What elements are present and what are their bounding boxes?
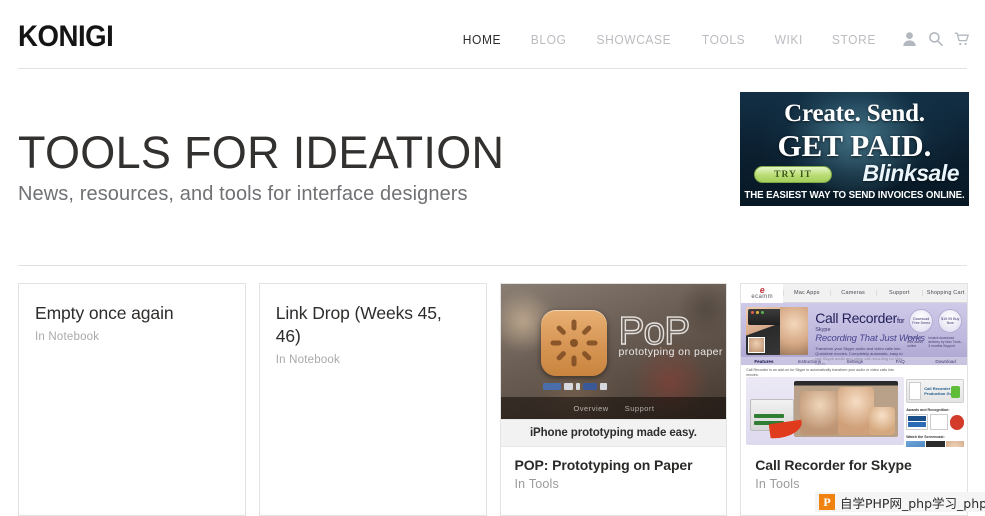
card-thumbnail-call-recorder: e ecamm Mac Apps Cameras Support Shoppin…	[741, 284, 968, 447]
cr-award-mac-choice	[949, 414, 965, 430]
ad-cta-label: TRY IT	[774, 169, 812, 180]
nav-item-showcase[interactable]: SHOWCASE	[596, 33, 671, 47]
card-title: POP: Prototyping on Paper	[514, 457, 693, 473]
cr-hero-buttons: Download Free Demo $19.95 Buy Now	[909, 309, 963, 333]
card-meta: In Tools	[755, 476, 800, 491]
card-caption: iPhone prototyping made easy.	[500, 419, 727, 447]
search-icon[interactable]	[928, 31, 943, 47]
cr-screencast-thumb-3	[945, 441, 965, 447]
cr-note-price: $19.95 or less works online	[907, 336, 924, 348]
cr-screencast-row	[906, 441, 965, 447]
page-subtitle: News, resources, and tools for interface…	[18, 183, 468, 205]
cr-hero-person-inset	[748, 337, 766, 353]
site-header: KONIGI HOME BLOG SHOWCASE TOOLS WIKI STO…	[0, 0, 985, 68]
cr-screencast-thumb-2	[925, 441, 945, 447]
pop-social-badges	[542, 383, 607, 390]
header-divider	[18, 68, 967, 69]
card-pop-prototyping-on-paper[interactable]: PoP prototyping on paper Overview Suppor…	[499, 283, 728, 516]
card-meta: In Notebook	[35, 331, 100, 344]
ecamm-logo: e ecamm	[741, 284, 784, 303]
card-grid: Empty once again In Notebook Link Drop (…	[18, 283, 968, 516]
cr-hero: Call Recorderfor Skype Recording That Ju…	[741, 303, 968, 366]
ecamm-logo-mark: e	[759, 284, 765, 295]
ecamm-logo-text: ecamm	[751, 293, 774, 300]
site-logo[interactable]: KONIGI	[18, 22, 114, 52]
cr-video-person-3	[869, 407, 896, 435]
card-body: POP: Prototyping on Paper In Tools	[501, 447, 727, 491]
user-icon[interactable]	[902, 31, 917, 47]
cr-nav-shopping-cart: Shopping Cart	[922, 290, 967, 296]
cr-subnav-settings: Settings	[846, 358, 864, 364]
card-meta: In Tools	[514, 476, 559, 491]
card-empty-once-again[interactable]: Empty once again In Notebook	[18, 283, 246, 516]
cr-button-notes: $19.95 or less works online Instant down…	[907, 336, 962, 348]
nav-item-home[interactable]: HOME	[463, 33, 501, 47]
cr-product-screenshot	[746, 377, 905, 445]
cr-award-about	[929, 414, 948, 430]
card-title: Link Drop (Weeks 45, 46)	[275, 303, 442, 347]
card-meta: In Notebook	[275, 354, 340, 367]
main-navigation: HOME BLOG SHOWCASE TOOLS WIKI STORE	[462, 33, 877, 47]
pop-footer-nav: Overview Support	[500, 397, 727, 419]
cr-note-support: Instant download delivery by Mac Tools, …	[928, 336, 962, 348]
ad-headline-secondary: GET PAID.	[777, 128, 932, 163]
cr-screencast-thumb-1	[906, 441, 925, 447]
cr-hero-title: Call Recorderfor	[815, 310, 904, 326]
card-title: Call Recorder for Skype	[755, 457, 912, 473]
cr-site-nav: e ecamm Mac Apps Cameras Support Shoppin…	[741, 284, 968, 303]
cr-nav-mac-apps: Mac Apps	[783, 290, 829, 296]
watermark-text: 自学PHP网_php学习_php教	[840, 495, 985, 511]
cr-hero-person	[780, 307, 809, 355]
cr-guide-thumb	[909, 382, 922, 400]
cr-awards-row	[906, 414, 965, 430]
cr-subnav-features: Features	[754, 358, 774, 364]
cr-nav-support: Support	[875, 290, 922, 296]
ad-tagline: THE EASIEST WAY TO SEND INVOICES ONLINE.	[744, 190, 965, 201]
cr-hero-screenshot	[746, 307, 809, 355]
ad-banner-blinksale[interactable]: Create. Send. GET PAID. TRY IT Blinksale…	[740, 92, 969, 206]
card-link-drop[interactable]: Link Drop (Weeks 45, 46) In Notebook	[258, 283, 487, 516]
page-title: TOOLS FOR IDEATION	[18, 127, 505, 179]
cr-award-macworld	[906, 414, 928, 430]
cr-subnav-download: Download	[935, 358, 956, 364]
cr-sub-nav: Features Instructions Settings FAQ Downl…	[741, 357, 968, 365]
ad-try-it-button[interactable]: TRY IT	[754, 166, 832, 183]
pop-app-icon	[540, 310, 607, 376]
card-body: Call Recorder for Skype In Tools	[741, 447, 967, 491]
nav-item-tools[interactable]: TOOLS	[701, 33, 744, 47]
card-title: Empty once again	[35, 303, 174, 323]
cr-watch-heading: Watch the Screencast:	[906, 435, 945, 439]
cr-subnav-instructions: Instructions	[797, 358, 822, 364]
cr-hero-title-text: Call Recorder	[815, 310, 897, 326]
ad-headline-primary: Create. Send.	[784, 100, 925, 127]
cr-download-demo-button: Download Free Demo	[909, 309, 934, 333]
nav-item-blog[interactable]: BLOG	[530, 33, 566, 47]
pop-tagline: prototyping on paper	[618, 346, 723, 358]
cr-nav-cameras: Cameras	[829, 290, 876, 296]
card-thumbnail-pop: PoP prototyping on paper Overview Suppor…	[500, 284, 727, 419]
ad-brand-logo: Blinksale	[862, 160, 960, 186]
cr-hero-title-suffix: for	[896, 318, 905, 325]
cr-buy-now-button: $19.95 Buy Now	[938, 309, 963, 333]
cr-lower-description: Call Recorder is an add-on for Skype to …	[746, 368, 894, 377]
header-icon-group	[902, 31, 970, 47]
pop-footer-link-overview: Overview	[573, 403, 609, 413]
watermark-logo-icon: P	[819, 494, 835, 510]
nav-item-wiki[interactable]: WIKI	[774, 33, 802, 47]
card-body: Empty once again In Notebook	[19, 284, 245, 343]
cr-guide-arrow-icon	[951, 386, 961, 398]
nav-item-store[interactable]: STORE	[832, 33, 876, 47]
cr-production-guide-promo: Call Recorder Production Guide	[906, 379, 965, 403]
content-divider	[18, 265, 967, 266]
cr-sidebar: Call Recorder Production Guide Awards an…	[906, 379, 965, 447]
cr-subnav-faq: FAQ	[895, 358, 905, 364]
card-body: Link Drop (Weeks 45, 46) In Notebook	[260, 284, 486, 366]
cart-icon[interactable]	[954, 31, 970, 47]
page-root: KONIGI HOME BLOG SHOWCASE TOOLS WIKI STO…	[0, 0, 985, 516]
cr-lower-section: Call Recorder is an add-on for Skype to …	[741, 365, 968, 447]
cr-awards-heading: Awards and Recognition:	[906, 408, 950, 412]
watermark: P 自学PHP网_php学习_php教	[815, 492, 985, 512]
card-call-recorder-for-skype[interactable]: e ecamm Mac Apps Cameras Support Shoppin…	[740, 283, 968, 516]
pop-footer-link-support: Support	[624, 403, 655, 413]
